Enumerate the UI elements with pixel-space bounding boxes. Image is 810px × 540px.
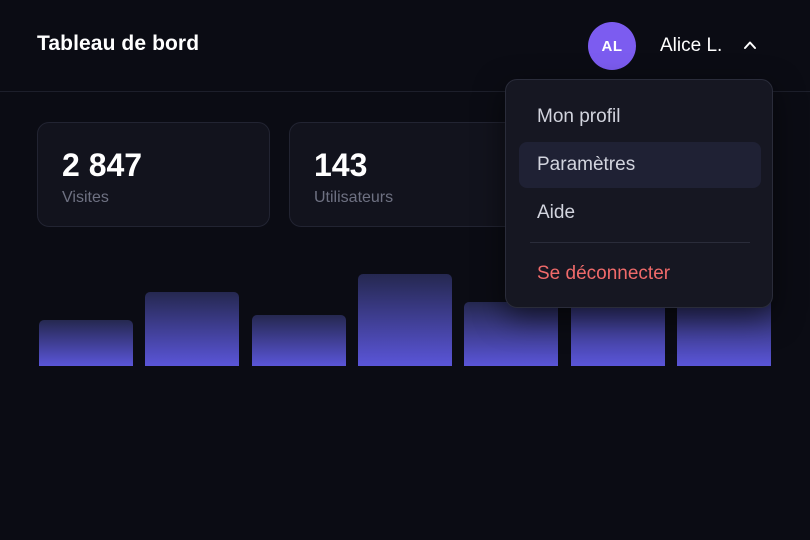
avatar[interactable]: AL xyxy=(588,22,636,70)
stat-card-users: 143 Utilisateurs xyxy=(289,122,522,227)
chart-bar xyxy=(251,315,346,366)
dashboard-app: Tableau de bord AL Alice L. 2 847 Visite… xyxy=(0,0,810,540)
stat-value: 2 847 xyxy=(62,147,143,183)
menu-item-help[interactable]: Aide xyxy=(519,190,761,236)
menu-divider xyxy=(530,242,750,243)
page-title: Tableau de bord xyxy=(37,32,200,55)
menu-item-settings[interactable]: Paramètres xyxy=(519,142,761,188)
stat-label: Utilisateurs xyxy=(314,189,394,206)
stat-value: 143 xyxy=(314,147,368,183)
user-name[interactable]: Alice L. xyxy=(660,35,722,57)
chart-bar xyxy=(357,273,452,366)
menu-item-profile[interactable]: Mon profil xyxy=(519,94,761,140)
user-dropdown-menu: Mon profil Paramètres Aide Se déconnecte… xyxy=(505,79,773,308)
chevron-up-icon[interactable] xyxy=(743,38,757,52)
menu-item-logout[interactable]: Se déconnecter xyxy=(519,251,761,297)
chart-bar xyxy=(464,302,559,366)
chart-bar xyxy=(145,291,240,366)
stat-label: Visites xyxy=(62,189,109,206)
stat-card-visits: 2 847 Visites xyxy=(37,122,270,227)
chart-bar xyxy=(39,320,133,366)
